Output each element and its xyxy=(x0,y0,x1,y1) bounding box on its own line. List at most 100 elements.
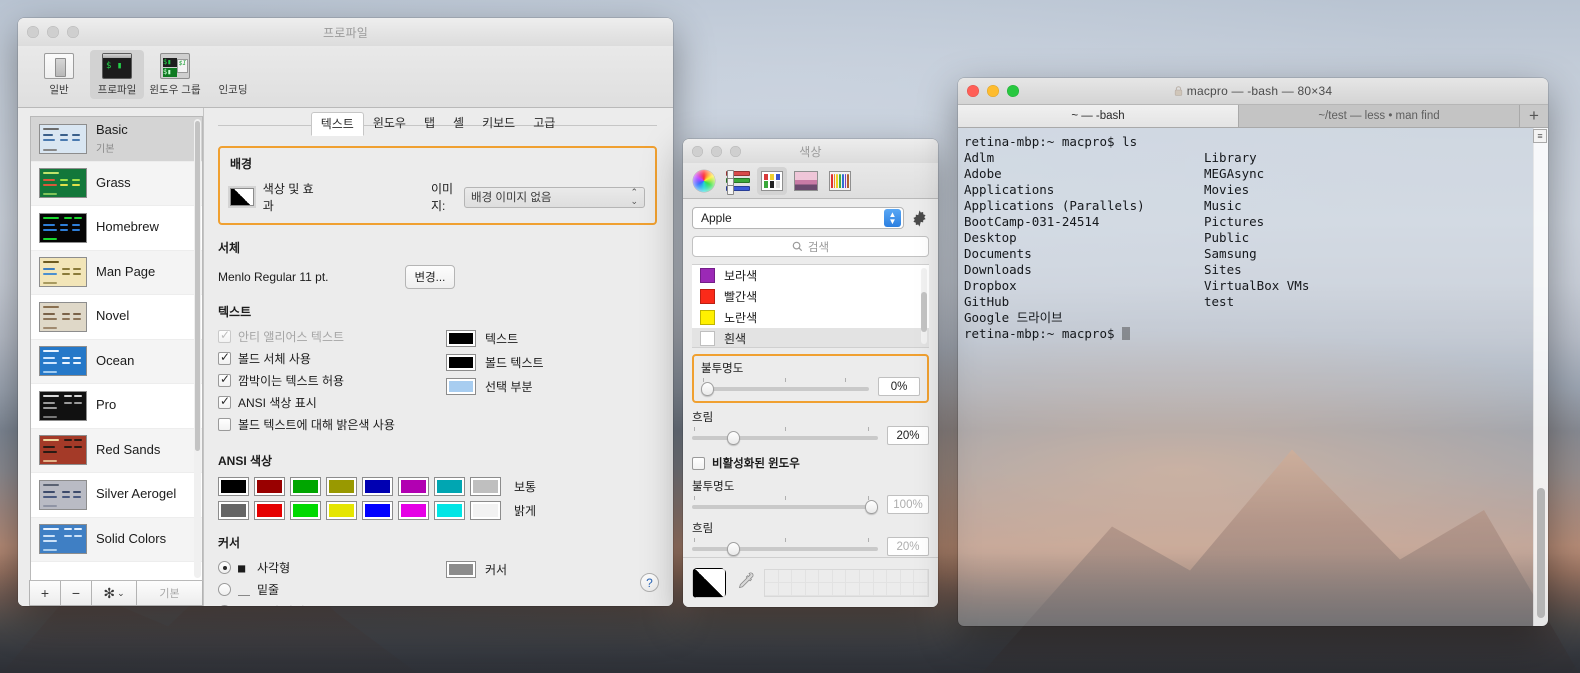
terminal-tab-bash[interactable]: ~ — -bash xyxy=(958,105,1239,127)
ansi-bright-red[interactable] xyxy=(254,501,285,520)
ansi-normal-black[interactable] xyxy=(218,477,249,496)
eyedropper-icon[interactable] xyxy=(736,570,754,596)
ansi-normal-cyan[interactable] xyxy=(434,477,465,496)
color-list-item-yellow[interactable]: 노란색 xyxy=(692,307,929,328)
ansi-bright-blue[interactable] xyxy=(362,501,393,520)
ansi-bright-black[interactable] xyxy=(218,501,249,520)
profile-row-silver-aerogel[interactable]: Silver Aerogel xyxy=(31,473,202,518)
inactive-blur-slider[interactable] xyxy=(692,537,878,556)
terminal-tab-less-man-find[interactable]: ~/test — less • man find xyxy=(1239,105,1520,127)
blur-value[interactable]: 20% xyxy=(887,426,929,445)
ansi-normal-white[interactable] xyxy=(470,477,501,496)
terminal-output[interactable]: retina-mbp:~ macpro$ ls Adlm Adobe Appli… xyxy=(958,128,1548,626)
radio-block-cursor[interactable]: ■ 사각형 xyxy=(218,559,446,576)
set-default-button[interactable]: 기본 xyxy=(136,580,203,606)
color-list-item-purple[interactable]: 보라색 xyxy=(692,265,929,286)
text-color-swatch[interactable] xyxy=(446,330,476,347)
ansi-bright-white[interactable] xyxy=(470,501,501,520)
stepper-icon[interactable]: ▲ ▼ xyxy=(884,209,901,227)
ansi-normal-red[interactable] xyxy=(254,477,285,496)
color-list-item-red[interactable]: 빨간색 xyxy=(692,286,929,307)
toolbar-item-encodings[interactable]: 인코딩 xyxy=(206,50,260,99)
profile-row-pro[interactable]: Pro xyxy=(31,384,202,429)
background-color-swatch[interactable] xyxy=(230,188,254,206)
profile-list[interactable]: Basic 기본 Grass Homebrew Man Page Novel O… xyxy=(30,116,203,581)
profile-row-grass[interactable]: Grass xyxy=(31,161,202,206)
bold-text-color-swatch[interactable] xyxy=(446,354,476,371)
remove-profile-button[interactable]: − xyxy=(60,580,92,606)
palette-select[interactable]: Apple ▲ ▼ xyxy=(692,207,904,229)
checkbox-allow-blinking-text[interactable]: 깜박이는 텍스트 허용 xyxy=(218,372,446,389)
selection-color-swatch[interactable] xyxy=(446,378,476,395)
new-tab-button[interactable]: + xyxy=(1520,105,1548,127)
profile-list-scrollbar[interactable] xyxy=(194,119,201,578)
swatch-row-cursor[interactable]: 커서 xyxy=(446,561,657,578)
profile-actions-gear-button[interactable]: ✻ ⌄ xyxy=(91,580,137,606)
checkbox-display-ansi-colors[interactable]: ANSI 색상 표시 xyxy=(218,394,446,411)
inactive-blur-value[interactable]: 20% xyxy=(887,537,929,556)
radio-underline-cursor[interactable]: ＿ 밑줄 xyxy=(218,581,446,598)
swatch-row-bold-text[interactable]: 볼드 텍스트 xyxy=(446,354,657,371)
swatch-row-text[interactable]: 텍스트 xyxy=(446,330,657,347)
color-wheel-icon[interactable] xyxy=(689,167,719,195)
color-list-scrollbar[interactable] xyxy=(921,268,927,344)
ansi-bright-cyan[interactable] xyxy=(434,501,465,520)
profile-row-solid-colors[interactable]: Solid Colors xyxy=(31,517,202,562)
color-sliders-icon[interactable] xyxy=(723,167,753,195)
tab-tab[interactable]: 탭 xyxy=(415,112,444,136)
slider-knob[interactable] xyxy=(701,381,714,396)
slider-knob[interactable] xyxy=(727,430,741,445)
checkbox-antialias-text[interactable]: 안티 앨리어스 텍스트 xyxy=(218,328,446,345)
profile-row-novel[interactable]: Novel xyxy=(31,295,202,340)
ansi-bright-magenta[interactable] xyxy=(398,501,429,520)
add-profile-button[interactable]: + xyxy=(29,580,61,606)
ansi-normal-magenta[interactable] xyxy=(398,477,429,496)
change-font-button[interactable]: 변경... xyxy=(404,265,456,289)
checkbox-bright-colors-for-bold[interactable]: 볼드 텍스트에 대해 밝은색 사용 xyxy=(218,416,446,433)
pencils-icon[interactable] xyxy=(825,167,855,195)
profile-row-man-page[interactable]: Man Page xyxy=(31,250,202,295)
terminal-proxy-menu-icon[interactable]: ≡ xyxy=(1533,129,1547,143)
profile-row-red-sands[interactable]: Red Sands xyxy=(31,428,202,473)
saved-swatches-grid[interactable] xyxy=(764,568,929,597)
current-color-swatch[interactable] xyxy=(692,567,726,598)
color-swatch-list[interactable]: 보라색 빨간색 노란색 흰색 xyxy=(692,264,929,348)
toolbar-item-profiles[interactable]: 프로파일 xyxy=(90,50,144,99)
tab-window[interactable]: 윈도우 xyxy=(364,112,415,136)
terminal-scrollbar[interactable]: ≡ xyxy=(1533,128,1548,626)
ansi-bright-yellow[interactable] xyxy=(326,501,357,520)
color-list-item-white[interactable]: 흰색 xyxy=(692,328,929,347)
swatch-row-selection[interactable]: 선택 부분 xyxy=(446,378,657,395)
ansi-normal-blue[interactable] xyxy=(362,477,393,496)
checkbox-inactive-window[interactable]: 비활성화된 윈도우 xyxy=(692,455,929,471)
cursor-color-swatch[interactable] xyxy=(446,561,476,578)
toolbar-item-window-groups[interactable]: $I 윈도우 그룹 xyxy=(148,50,202,99)
tab-advanced[interactable]: 고급 xyxy=(524,112,564,136)
slider-knob[interactable] xyxy=(727,541,741,556)
opacity-slider[interactable] xyxy=(701,377,869,396)
profile-row-ocean[interactable]: Ocean xyxy=(31,339,202,384)
slider-knob[interactable] xyxy=(865,499,878,514)
help-button[interactable]: ? xyxy=(640,573,659,592)
background-image-popup[interactable]: 배경 이미지 없음 ⌃ ⌄ xyxy=(464,186,645,208)
ansi-bright-green[interactable] xyxy=(290,501,321,520)
terminal-title-text: macpro — -bash — 80×34 xyxy=(1186,84,1333,98)
profile-row-homebrew[interactable]: Homebrew xyxy=(31,206,202,251)
color-palettes-icon[interactable] xyxy=(757,166,787,195)
image-palettes-icon[interactable] xyxy=(791,167,821,195)
profile-row-basic[interactable]: Basic 기본 xyxy=(31,117,202,162)
ansi-normal-yellow[interactable] xyxy=(326,477,357,496)
radio-vertical-bar-cursor[interactable]: | 수직 막대 xyxy=(218,603,446,606)
color-search-field[interactable]: 검색 xyxy=(692,236,929,257)
toolbar-item-general[interactable]: 일반 xyxy=(32,50,86,99)
ansi-normal-green[interactable] xyxy=(290,477,321,496)
opacity-value[interactable]: 0% xyxy=(878,377,920,396)
inactive-opacity-value[interactable]: 100% xyxy=(887,495,929,514)
blur-slider[interactable] xyxy=(692,426,878,445)
tab-text[interactable]: 텍스트 xyxy=(310,112,364,136)
inactive-opacity-slider[interactable] xyxy=(692,495,878,514)
tab-shell[interactable]: 셸 xyxy=(444,112,473,136)
tab-keyboard[interactable]: 키보드 xyxy=(473,112,524,136)
gear-icon[interactable] xyxy=(910,209,929,228)
checkbox-use-bold-fonts[interactable]: 볼드 서체 사용 xyxy=(218,350,446,367)
